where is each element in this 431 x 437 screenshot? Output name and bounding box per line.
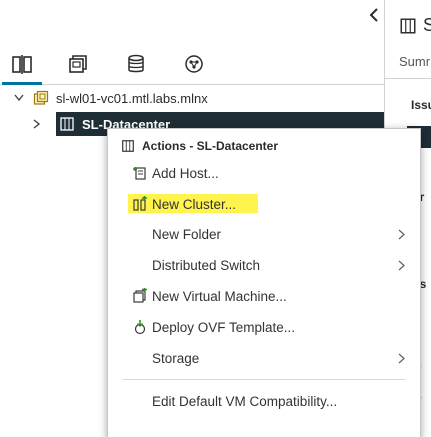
menu-item-new-folder[interactable]: New Folder bbox=[108, 220, 420, 248]
vcenter-label: sl-wl01-vc01.mtl.labs.mlnx bbox=[56, 90, 208, 106]
menu-item-storage[interactable]: Storage bbox=[108, 344, 420, 372]
menu-item-label: New Cluster... bbox=[152, 196, 237, 212]
menu-divider bbox=[122, 379, 406, 380]
object-title: S bbox=[399, 15, 431, 36]
new-vm-icon bbox=[131, 288, 148, 305]
chevron-right-icon bbox=[396, 351, 406, 365]
vcenter-icon bbox=[32, 89, 50, 107]
menu-item-add-host[interactable]: Add Host... bbox=[108, 159, 420, 187]
actions-context-menu: Actions - SL-Datacenter Add Host... New … bbox=[107, 128, 421, 437]
menu-item-label: New Folder bbox=[152, 226, 222, 242]
datacenter-icon bbox=[58, 115, 76, 133]
menu-item-label: Add Host... bbox=[152, 165, 219, 181]
menu-item-edit-default-vm-compatibility[interactable]: Edit Default VM Compatibility... bbox=[108, 387, 420, 415]
storage-icon bbox=[128, 54, 144, 73]
tab-summary[interactable]: Sumr bbox=[399, 54, 430, 69]
vsphere-client: sl-wl01-vc01.mtl.labs.mlnx SL-Datacenter bbox=[0, 0, 431, 437]
menu-item-label: Deploy OVF Template... bbox=[152, 319, 296, 335]
menu-item-new-cluster[interactable]: New Cluster... bbox=[108, 190, 420, 218]
chevron-left-icon bbox=[369, 8, 378, 22]
menu-item-label: Distributed Switch bbox=[152, 257, 261, 273]
chevron-down-icon[interactable] bbox=[12, 91, 26, 105]
menu-item-new-virtual-machine[interactable]: New Virtual Machine... bbox=[108, 282, 420, 310]
chevron-right-icon bbox=[396, 227, 406, 241]
menu-item-label: New Virtual Machine... bbox=[152, 288, 287, 304]
tab-vms-and-templates[interactable] bbox=[64, 50, 92, 78]
tab-divider bbox=[385, 78, 431, 79]
tab-hosts-and-clusters[interactable] bbox=[2, 50, 42, 85]
navigator-tabs bbox=[0, 44, 384, 85]
vms-templates-icon bbox=[69, 55, 87, 73]
menu-item-label: Storage bbox=[152, 350, 200, 366]
chevron-right-icon bbox=[396, 258, 406, 272]
collapse-navigator-button[interactable] bbox=[367, 6, 381, 24]
issues-heading: Issu bbox=[411, 98, 431, 112]
deploy-ovf-icon bbox=[131, 319, 148, 336]
context-menu-title: Actions - SL-Datacenter bbox=[142, 139, 279, 153]
object-title-text: S bbox=[423, 15, 431, 36]
new-cluster-icon bbox=[131, 196, 148, 213]
datacenter-icon bbox=[400, 18, 416, 33]
menu-item-label: Edit Default VM Compatibility... bbox=[152, 393, 338, 409]
chevron-right-icon[interactable] bbox=[30, 117, 44, 131]
hosts-clusters-icon bbox=[12, 55, 32, 74]
networking-icon bbox=[185, 55, 203, 73]
datacenter-icon bbox=[120, 138, 136, 154]
tab-storage[interactable] bbox=[122, 50, 150, 78]
tab-networking[interactable] bbox=[180, 50, 208, 78]
menu-item-distributed-switch[interactable]: Distributed Switch bbox=[108, 251, 420, 279]
tree-node-vcenter[interactable]: sl-wl01-vc01.mtl.labs.mlnx bbox=[12, 87, 208, 109]
context-menu-header: Actions - SL-Datacenter bbox=[120, 138, 278, 154]
add-host-icon bbox=[131, 165, 148, 182]
menu-item-deploy-ovf-template[interactable]: Deploy OVF Template... bbox=[108, 313, 420, 341]
